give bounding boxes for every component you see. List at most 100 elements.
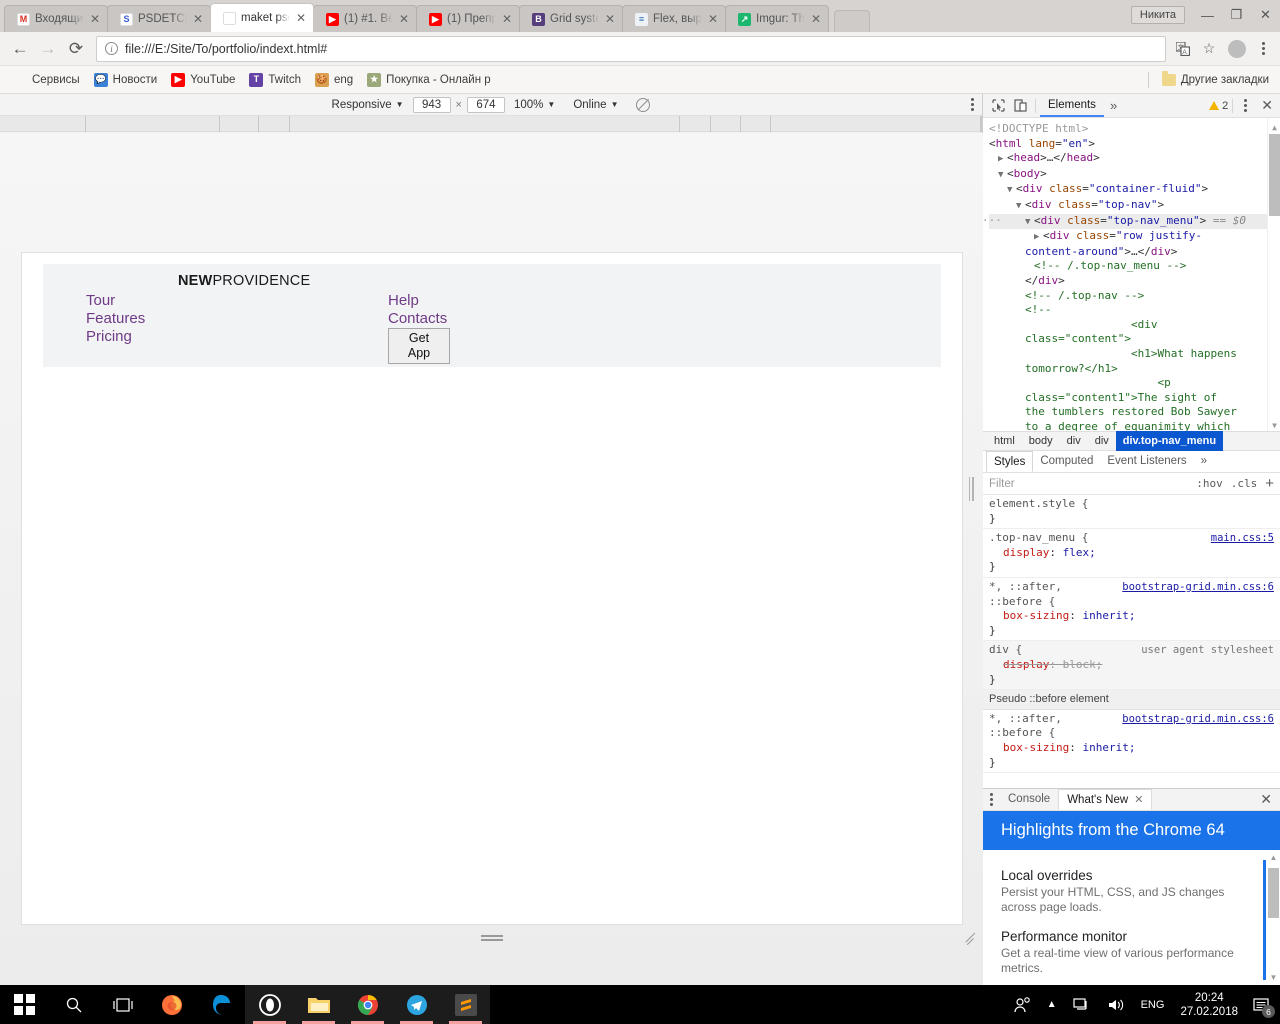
bookmark-item[interactable]: 🍪eng [308, 71, 360, 89]
site-nav-link[interactable]: Help [388, 292, 447, 310]
reload-button[interactable]: ⟳ [62, 35, 90, 63]
task-view-button[interactable] [98, 985, 147, 1024]
scroll-down-arrow[interactable]: ▼ [1269, 973, 1278, 982]
site-info-icon[interactable]: i [105, 42, 118, 55]
show-hidden-icons-button[interactable]: ▲ [1039, 985, 1065, 1024]
dom-tree-line[interactable]: class="content1">The sight of [989, 391, 1280, 406]
dom-tree-line[interactable]: ▼<div class="top-nav"> [989, 198, 1280, 214]
styles-tab[interactable]: Event Listeners [1100, 451, 1193, 472]
breadcrumb-item[interactable]: div [1060, 431, 1088, 451]
minimize-button[interactable]: — [1193, 1, 1222, 29]
breadcrumb-item[interactable]: div [1088, 431, 1116, 451]
taskbar-app-telegram[interactable] [392, 985, 441, 1024]
browser-tab[interactable]: ▶(1) Препроце✕ [416, 5, 520, 32]
page-viewport[interactable]: NEWPROVIDENCE TourFeaturesPricing HelpCo… [21, 252, 963, 925]
bookmark-item[interactable]: 💬Новости [87, 71, 165, 89]
back-button[interactable]: ← [6, 35, 34, 63]
taskbar-app-chrome[interactable] [343, 985, 392, 1024]
other-bookmarks-folder[interactable]: Другие закладки [1155, 72, 1276, 88]
new-style-rule-button[interactable]: + [1265, 475, 1274, 492]
breadcrumb-item[interactable]: html [987, 431, 1022, 451]
close-devtools-button[interactable]: ✕ [1254, 97, 1280, 114]
tab-close-icon[interactable]: ✕ [810, 13, 822, 25]
scroll-thumb[interactable] [1268, 868, 1279, 918]
browser-tab[interactable]: ↗Imgur: The m✕ [725, 5, 829, 32]
css-property[interactable]: display [989, 658, 1049, 671]
css-declaration[interactable]: box-sizing: inherit; [989, 741, 1274, 756]
cls-button[interactable]: .cls [1231, 477, 1258, 490]
rule-origin[interactable]: main.css:5 [1211, 531, 1274, 546]
device-toolbar-icon[interactable] [1009, 95, 1031, 117]
zoom-select[interactable]: 100% ▼ [505, 99, 564, 111]
dom-tree-line[interactable]: <div [989, 318, 1280, 333]
dom-tree-line[interactable]: <h1>What happens [989, 347, 1280, 362]
whats-new-item[interactable]: Performance monitorGet a real-time view … [1001, 929, 1262, 976]
hov-button[interactable]: :hov [1196, 477, 1223, 490]
scroll-thumb[interactable] [1269, 134, 1280, 216]
breadcrumb-item[interactable]: div.top-nav_menu [1116, 431, 1223, 451]
scroll-down-arrow[interactable]: ▼ [1270, 419, 1279, 428]
new-tab-button[interactable] [834, 10, 870, 32]
scroll-up-arrow[interactable]: ▲ [1270, 121, 1279, 130]
css-rule[interactable]: user agent stylesheetdiv {display: block… [983, 641, 1280, 690]
bookmark-item[interactable]: TTwitch [242, 71, 308, 89]
close-window-button[interactable]: ✕ [1251, 1, 1280, 29]
css-property[interactable]: box-sizing [989, 741, 1069, 754]
devtools-menu-button[interactable] [1237, 99, 1254, 112]
viewport-width-input[interactable]: 943 [413, 97, 451, 113]
css-rule[interactable]: element.style {} [983, 495, 1280, 529]
tab-close-icon[interactable]: ✕ [501, 13, 513, 25]
browser-tab[interactable]: BGrid system -✕ [519, 5, 623, 32]
viewport-resize-corner[interactable] [965, 933, 977, 945]
rule-origin[interactable]: bootstrap-grid.min.css:6 [1122, 580, 1274, 595]
drawer-tab[interactable]: Console [1000, 789, 1058, 810]
css-property[interactable]: box-sizing [989, 609, 1069, 622]
styles-more-tabs[interactable]: » [1194, 451, 1214, 472]
tab-close-icon[interactable]: ✕ [707, 13, 719, 25]
breadcrumb-item[interactable]: body [1022, 431, 1060, 451]
maximize-button[interactable]: ❐ [1222, 1, 1251, 29]
css-value[interactable]: flex; [1063, 546, 1096, 559]
browser-tab[interactable]: SPSDETCH | PS✕ [107, 5, 211, 32]
dom-tree-line[interactable]: <html lang="en"> [989, 137, 1280, 152]
dom-tree-line[interactable]: ···▼<div class="top-nav_menu"> == $0 [989, 214, 1280, 230]
dom-tree-line[interactable]: class="content"> [989, 332, 1280, 347]
css-rule[interactable]: bootstrap-grid.min.css:6*, ::after,::bef… [983, 578, 1280, 641]
viewport-resize-handle-bottom[interactable] [21, 928, 963, 944]
css-value[interactable]: inherit; [1082, 741, 1135, 754]
taskbar-app-edge[interactable] [196, 985, 245, 1024]
whats-new-item[interactable]: Local overridesPersist your HTML, CSS, a… [1001, 868, 1262, 915]
drawer-tab[interactable]: What's New✕ [1058, 789, 1152, 810]
css-value[interactable]: block; [1063, 658, 1103, 671]
warning-badge[interactable]: 2 [1209, 100, 1228, 112]
taskbar-app-firefox[interactable] [147, 985, 196, 1024]
dom-tree-line[interactable]: ▼<div class="container-fluid"> [989, 182, 1280, 198]
close-drawer-button[interactable]: ✕ [1252, 791, 1280, 808]
dom-tree-line[interactable]: to a degree of equanimity which [989, 420, 1280, 431]
dom-tree-line[interactable]: ▶<div class="row justify- [989, 229, 1280, 245]
tab-close-icon[interactable]: ✕ [89, 13, 101, 25]
rule-origin[interactable]: bootstrap-grid.min.css:6 [1122, 712, 1274, 727]
drawer-menu-button[interactable] [983, 793, 1000, 806]
styles-filter-input[interactable]: Filter [989, 478, 1188, 490]
browser-tab[interactable]: maket psd✕ [210, 3, 314, 32]
device-select[interactable]: Responsive ▼ [323, 99, 413, 111]
throttling-select[interactable]: Online ▼ [564, 99, 627, 111]
css-declaration[interactable]: box-sizing: inherit; [989, 609, 1274, 624]
drawer-tab-close-icon[interactable]: ✕ [1134, 794, 1143, 806]
browser-tab[interactable]: ▶(1) #1. Вёрстк✕ [313, 5, 417, 32]
bookmark-item[interactable]: ▶YouTube [164, 71, 242, 89]
dom-tree-scrollbar[interactable]: ▲ ▼ [1267, 118, 1280, 431]
css-property[interactable]: display [989, 546, 1049, 559]
css-selector[interactable]: element.style { [989, 497, 1274, 512]
tab-close-icon[interactable]: ✕ [398, 13, 410, 25]
taskbar-app-explorer[interactable] [294, 985, 343, 1024]
avatar[interactable] [1228, 40, 1246, 58]
dom-tree-line[interactable]: ▶<head>…</head> [989, 151, 1280, 167]
browser-tab[interactable]: ≡Flex, выровн✕ [622, 5, 726, 32]
dom-tree[interactable]: <!DOCTYPE html><html lang="en">▶<head>…<… [983, 118, 1280, 431]
dom-tree-line[interactable]: </div> [989, 274, 1280, 289]
viewport-height-input[interactable]: 674 [467, 97, 505, 113]
styles-tab[interactable]: Styles [986, 451, 1033, 472]
site-nav-link[interactable]: Contacts [388, 310, 447, 328]
